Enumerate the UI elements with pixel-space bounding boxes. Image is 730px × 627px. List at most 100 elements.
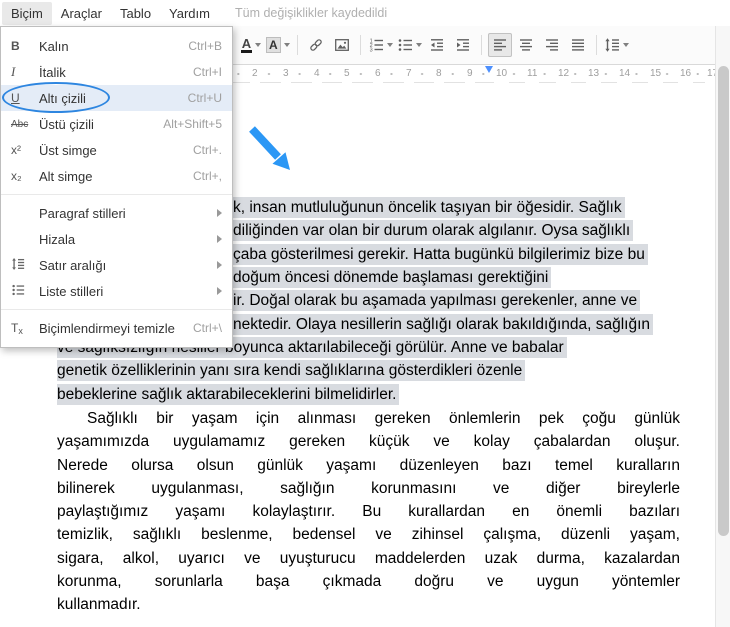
menu-shortcut: Alt+Shift+5 bbox=[163, 117, 222, 131]
align-left-button[interactable] bbox=[488, 33, 512, 57]
submenu-arrow-icon bbox=[217, 287, 222, 295]
highlight-color-button[interactable]: A bbox=[265, 33, 291, 57]
line-spacing-button[interactable] bbox=[603, 33, 630, 57]
menu-item-kalin[interactable]: B Kalın Ctrl+B bbox=[1, 33, 232, 59]
align-left-icon bbox=[492, 37, 508, 53]
doc-line: temizlik, sağlıklı beslenme, bedensel ve… bbox=[57, 523, 680, 546]
increase-indent-button[interactable] bbox=[451, 33, 475, 57]
align-right-button[interactable] bbox=[540, 33, 564, 57]
menu-shortcut: Ctrl+I bbox=[193, 65, 222, 79]
bold-icon: B bbox=[11, 39, 39, 53]
scrollbar-thumb[interactable] bbox=[718, 66, 729, 536]
decrease-indent-button[interactable] bbox=[425, 33, 449, 57]
chevron-down-icon bbox=[284, 43, 290, 47]
bulleted-list-button[interactable] bbox=[396, 33, 423, 57]
toolbar-separator bbox=[596, 35, 597, 55]
ruler-indent-marker[interactable] bbox=[485, 66, 493, 73]
ruler-number: 14 bbox=[617, 65, 632, 83]
menu-shortcut: Ctrl+, bbox=[193, 169, 222, 183]
toolbar-separator bbox=[297, 35, 298, 55]
menu-item-hizala[interactable]: Hizala bbox=[1, 226, 232, 252]
ruler-number: 11 bbox=[525, 65, 539, 83]
decrease-indent-icon bbox=[429, 37, 445, 53]
save-status: Tüm değişiklikler kaydedildi bbox=[235, 6, 387, 20]
doc-line: ir. Doğal olarak bu aşamada yapılması ge… bbox=[233, 289, 640, 312]
ruler-number: 9 bbox=[465, 65, 475, 83]
link-icon bbox=[308, 37, 324, 53]
menubar: Biçim Araçlar Tablo Yardım Tüm değişikli… bbox=[0, 0, 730, 26]
menu-item-ust-simge[interactable]: x² Üst simge Ctrl+. bbox=[1, 137, 232, 163]
chevron-down-icon bbox=[255, 43, 261, 47]
highlight-color-icon: A bbox=[266, 37, 281, 53]
align-center-icon bbox=[518, 37, 534, 53]
menu-item-paragraf-stilleri[interactable]: Paragraf stilleri bbox=[1, 200, 232, 226]
menu-item-bicimlendirmeyi-temizle[interactable]: Tx Biçimlendirmeyi temizle Ctrl+\ bbox=[1, 315, 232, 341]
justify-button[interactable] bbox=[566, 33, 590, 57]
image-icon bbox=[334, 37, 350, 53]
ruler-number: 3 bbox=[281, 65, 291, 83]
menu-separator bbox=[1, 309, 232, 310]
ruler-number: 10 bbox=[494, 65, 509, 83]
italic-icon: I bbox=[11, 64, 39, 80]
doc-line: yaşamımızda uygulamamız gereken küçük ve… bbox=[57, 430, 680, 453]
doc-line: genetik özelliklerinin yanı sıra kendi s… bbox=[57, 359, 525, 382]
align-right-icon bbox=[544, 37, 560, 53]
ruler-number: 12 bbox=[556, 65, 571, 83]
doc-line: bebeklerine sağlık aktarabileceklerini b… bbox=[57, 383, 399, 406]
list-styles-icon bbox=[11, 283, 39, 300]
numbered-list-button[interactable]: 123 bbox=[367, 33, 394, 57]
menu-item-label: Liste stilleri bbox=[39, 284, 217, 299]
menu-shortcut: Ctrl+U bbox=[188, 91, 222, 105]
bulleted-list-icon bbox=[397, 37, 413, 53]
menu-tablo[interactable]: Tablo bbox=[111, 2, 160, 25]
insert-image-button[interactable] bbox=[330, 33, 354, 57]
doc-line: çaba gösterilmesi gerekir. Hatta bugünkü… bbox=[233, 243, 648, 266]
menu-item-label: İtalik bbox=[39, 65, 193, 80]
menu-bicim[interactable]: Biçim bbox=[2, 2, 52, 25]
doc-line: Sağlıklı bir yaşam için alınması gereken… bbox=[57, 407, 680, 430]
menu-item-alt-simge[interactable]: x₂ Alt simge Ctrl+, bbox=[1, 163, 232, 189]
menu-shortcut: Ctrl+B bbox=[188, 39, 222, 53]
ruler-number: 7 bbox=[404, 65, 414, 83]
ruler-number: 6 bbox=[373, 65, 383, 83]
ruler-number: 2 bbox=[250, 65, 260, 83]
google-docs-app: Biçim Araçlar Tablo Yardım Tüm değişikli… bbox=[0, 0, 730, 627]
submenu-arrow-icon bbox=[217, 261, 222, 269]
doc-line: Nerede olursa olsun günlük yaşamı düzenl… bbox=[57, 454, 680, 477]
doc-line: diliğinden var olan bir durum olarak alg… bbox=[233, 219, 633, 242]
ruler-number: 13 bbox=[586, 65, 601, 83]
doc-line: nektedir. Olaya nesillerin sağlığı olara… bbox=[233, 313, 653, 336]
ruler-number: 8 bbox=[434, 65, 444, 83]
paragraph: Sağlıklı bir yaşam için alınması gereken… bbox=[57, 407, 680, 617]
format-menu-dropdown: B Kalın Ctrl+B I İtalik Ctrl+I U Altı çi… bbox=[0, 26, 233, 348]
ruler-number: 4 bbox=[312, 65, 322, 83]
toolbar-separator bbox=[360, 35, 361, 55]
insert-link-button[interactable] bbox=[304, 33, 328, 57]
align-center-button[interactable] bbox=[514, 33, 538, 57]
arrow-annotation bbox=[246, 124, 298, 178]
menu-item-label: Satır aralığı bbox=[39, 258, 217, 273]
menu-item-italik[interactable]: I İtalik Ctrl+I bbox=[1, 59, 232, 85]
doc-line: k, insan mutluluğunun öncelik taşıyan bi… bbox=[233, 196, 625, 219]
menu-araclar[interactable]: Araçlar bbox=[52, 2, 111, 25]
menu-item-label: Paragraf stilleri bbox=[39, 206, 217, 221]
menu-item-label: Kalın bbox=[39, 39, 188, 54]
menu-item-label: Alt simge bbox=[39, 169, 193, 184]
doc-line: korunma, sorunlarla başa çıkmada doğru v… bbox=[57, 570, 680, 593]
doc-line: doğum öncesi dönemde başlaması gerektiği… bbox=[233, 266, 551, 289]
chevron-down-icon bbox=[387, 43, 393, 47]
ellipse-annotation bbox=[2, 82, 110, 113]
menu-item-label: Biçimlendirmeyi temizle bbox=[39, 321, 193, 336]
menu-item-liste-stilleri[interactable]: Liste stilleri bbox=[1, 278, 232, 304]
menu-yardim[interactable]: Yardım bbox=[160, 2, 219, 25]
increase-indent-icon bbox=[455, 37, 471, 53]
menu-item-satir-araligi[interactable]: Satır aralığı bbox=[1, 252, 232, 278]
menu-item-ustu-cizili[interactable]: Abc Üstü çizili Alt+Shift+5 bbox=[1, 111, 232, 137]
vertical-scrollbar[interactable] bbox=[715, 26, 730, 627]
subscript-icon: x₂ bbox=[11, 169, 39, 183]
line-spacing-icon bbox=[604, 37, 620, 53]
text-color-button[interactable]: A bbox=[239, 33, 263, 57]
doc-line: paylaştığımız yaşamı kolaylaştırır. Bu k… bbox=[57, 500, 680, 523]
justify-icon bbox=[570, 37, 586, 53]
submenu-arrow-icon bbox=[217, 209, 222, 217]
